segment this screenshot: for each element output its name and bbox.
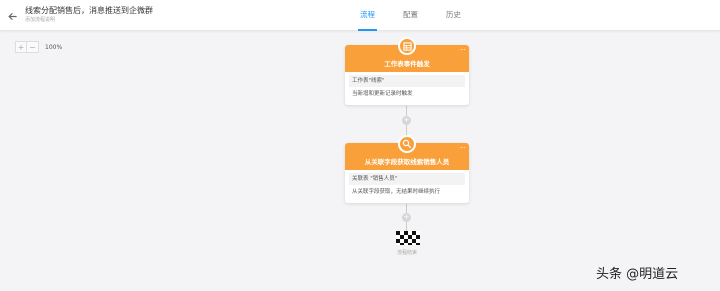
tab-flow[interactable]: 流程 (356, 0, 379, 31)
back-arrow-icon[interactable] (5, 9, 19, 23)
trigger-node[interactable]: ··· 工作表事件触发 工作表"线索" 当新增和更新记录时触发 (345, 37, 469, 105)
watermark: 头条 @明道云 (596, 267, 679, 282)
node-description: 从关联字段获取，无结果时继续执行 (352, 189, 441, 195)
top-bar: 线索分配销售后，消息推送到企微群 添加流程说明 流程 配置 历史 (0, 0, 720, 31)
node-header[interactable]: ··· 工作表事件触发 (345, 37, 469, 72)
node-body: 关联表 "销售人员" 从关联字段获取，无结果时继续执行 (345, 170, 469, 203)
more-options-icon[interactable]: ··· (460, 46, 466, 54)
checkered-flag-icon (396, 230, 420, 249)
node-detail: 关联表 "销售人员" (349, 173, 465, 185)
node-body: 工作表"线索" 当新增和更新记录时触发 (345, 72, 469, 105)
node-description: 当新增和更新记录时触发 (352, 91, 413, 97)
zoom-out-button[interactable]: − (27, 41, 39, 53)
zoom-controls: + − 100% (15, 41, 62, 53)
get-related-node[interactable]: ··· 从关联字段获取线索销售人员 关联表 "销售人员" 从关联字段获取，无结果… (345, 135, 469, 203)
page-subtitle[interactable]: 添加流程说明 (25, 16, 153, 24)
zoom-in-button[interactable]: + (15, 41, 27, 53)
tab-history[interactable]: 历史 (442, 0, 465, 31)
page-title[interactable]: 线索分配销售后，消息推送到企微群 (25, 6, 153, 16)
tab-bar: 流程 配置 历史 (356, 0, 485, 31)
add-node-button[interactable]: + (402, 213, 411, 222)
node-detail: 工作表"线索" (349, 75, 465, 87)
search-relation-icon (398, 135, 416, 153)
node-header[interactable]: ··· 从关联字段获取线索销售人员 (345, 135, 469, 170)
zoom-level: 100% (45, 43, 63, 51)
node-title: 从关联字段获取线索销售人员 (364, 158, 450, 166)
flow-end-label: 流程结束 (396, 250, 417, 256)
more-options-icon[interactable]: ··· (460, 144, 466, 152)
add-node-button[interactable]: + (402, 116, 411, 125)
title-block: 线索分配销售后，消息推送到企微群 添加流程说明 (25, 6, 153, 24)
table-icon (398, 37, 416, 55)
tab-config[interactable]: 配置 (399, 0, 422, 31)
node-title: 工作表事件触发 (384, 60, 430, 68)
